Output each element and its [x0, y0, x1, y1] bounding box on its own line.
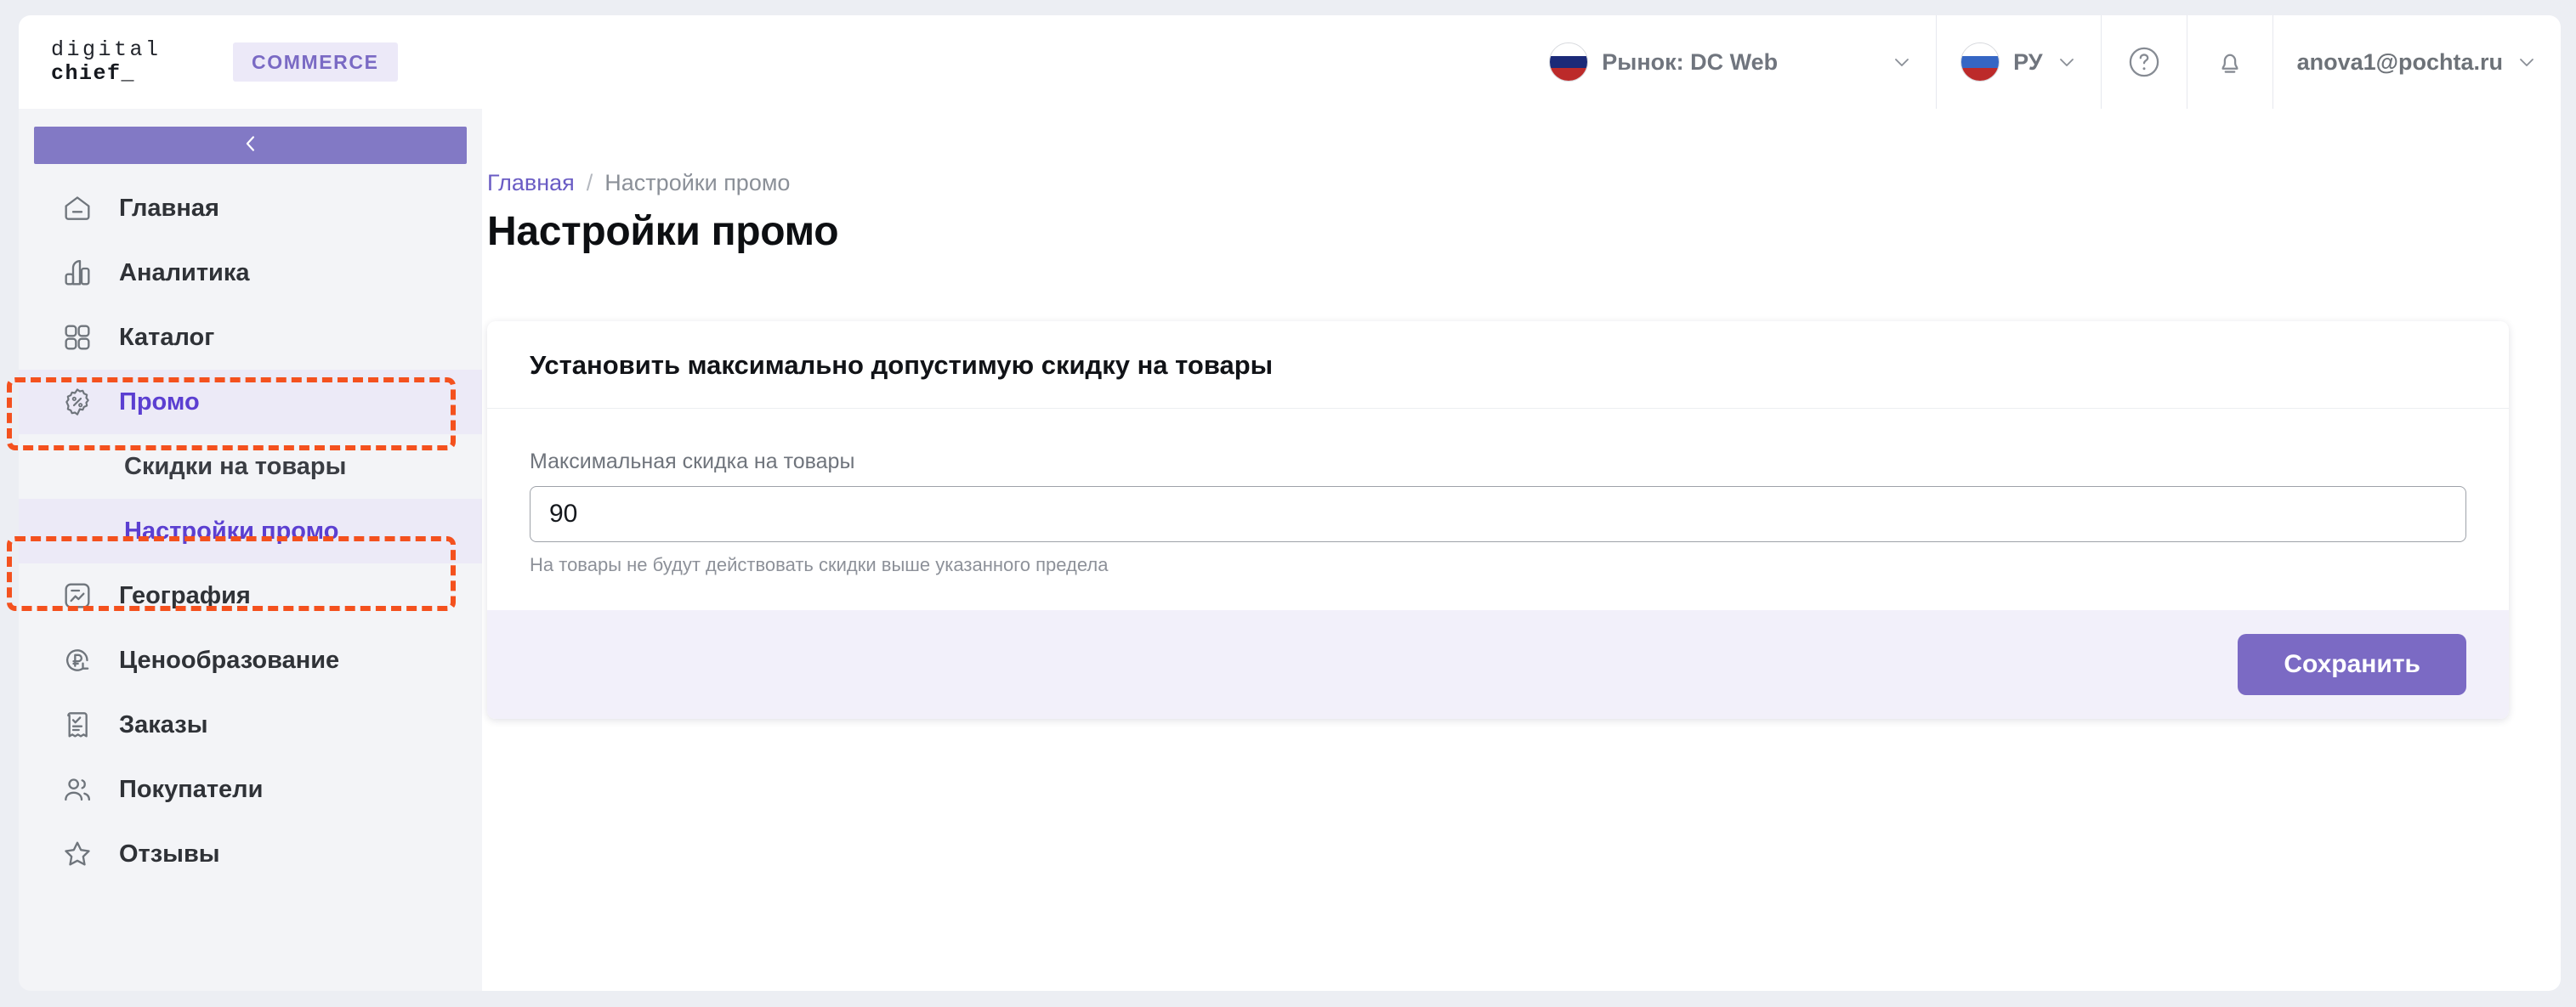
page-title: Настройки промо: [487, 209, 839, 254]
map-trend-icon: [60, 578, 95, 614]
russia-flag-icon: [1960, 42, 2000, 82]
russia-flag-icon: [1549, 42, 1589, 82]
card-footer: Сохранить: [487, 610, 2509, 719]
percent-badge-icon: [60, 384, 95, 420]
header-right-group: Рынок: DC Web РУ anova1@pochta.ru: [1525, 15, 2561, 109]
help-button[interactable]: [2100, 15, 2187, 109]
language-label: РУ: [2013, 48, 2043, 75]
commerce-badge: COMMERCE: [233, 42, 398, 82]
receipt-check-icon: [60, 707, 95, 743]
sidebar-item-label: Каталог: [119, 323, 215, 351]
promo-settings-card: Установить максимально допустимую скидку…: [487, 321, 2509, 719]
max-discount-input[interactable]: [530, 486, 2466, 542]
sidebar-item-label: Главная: [119, 194, 219, 222]
market-label: Рынок: DC Web: [1602, 48, 1779, 75]
app-root: digital chief_ COMMERCE Рынок: DC Web РУ: [0, 0, 2576, 1007]
sidebar-item-catalog[interactable]: Каталог: [19, 305, 482, 370]
sidebar-item-customers[interactable]: Покупатели: [19, 757, 482, 822]
ruble-refresh-icon: [60, 642, 95, 678]
sidebar-item-label: Скидки на товары: [124, 452, 347, 480]
sidebar: Главная Аналитика Каталог Промо Скидки н…: [19, 109, 482, 991]
sidebar-item-label: Заказы: [119, 710, 208, 738]
max-discount-help-text: На товары не будут действовать скидки вы…: [530, 554, 1109, 575]
main-content: Главная / Настройки промо Настройки пром…: [482, 109, 2561, 991]
logo-line-1: digital: [51, 37, 162, 62]
sidebar-item-label: Ценообразование: [119, 646, 340, 674]
top-header: digital chief_ COMMERCE Рынок: DC Web РУ: [19, 15, 2561, 109]
sidebar-item-product-discounts[interactable]: Скидки на товары: [19, 434, 482, 499]
breadcrumb-current: Настройки промо: [604, 170, 791, 195]
question-circle-icon: [2125, 43, 2163, 81]
user-menu[interactable]: anova1@pochta.ru: [2272, 15, 2561, 109]
save-button[interactable]: Сохранить: [2238, 634, 2466, 695]
star-icon: [60, 836, 95, 872]
max-discount-label: Максимальная скидка на товары: [530, 450, 855, 473]
sidebar-item-home[interactable]: Главная: [19, 176, 482, 240]
bell-icon: [2211, 43, 2249, 81]
sidebar-item-analytics[interactable]: Аналитика: [19, 240, 482, 305]
bar-chart-icon: [60, 255, 95, 291]
sidebar-item-label: Аналитика: [119, 258, 250, 286]
language-selector[interactable]: РУ: [1936, 15, 2100, 109]
users-icon: [60, 772, 95, 807]
grid-icon: [60, 320, 95, 355]
breadcrumb: Главная / Настройки промо: [487, 170, 790, 196]
sidebar-item-orders[interactable]: Заказы: [19, 693, 482, 757]
user-email: anova1@pochta.ru: [2296, 48, 2503, 75]
sidebar-item-label: Промо: [119, 388, 200, 416]
card-heading: Установить максимально допустимую скидку…: [530, 350, 1274, 380]
sidebar-item-geography[interactable]: География: [19, 563, 482, 628]
sidebar-item-reviews[interactable]: Отзывы: [19, 822, 482, 886]
sidebar-item-pricing[interactable]: Ценообразование: [19, 628, 482, 693]
sidebar-collapse-button[interactable]: [34, 127, 467, 164]
chevron-down-icon: [2516, 52, 2537, 72]
brand-logo[interactable]: digital chief_: [19, 38, 214, 86]
home-icon: [60, 190, 95, 226]
card-header: Установить максимально допустимую скидку…: [487, 321, 2509, 409]
sidebar-item-promo[interactable]: Промо: [19, 370, 482, 434]
card-body: Максимальная скидка на товары На товары …: [487, 409, 2509, 610]
chevron-down-icon: [1892, 52, 1912, 72]
sidebar-item-promo-settings[interactable]: Настройки промо: [19, 499, 482, 563]
breadcrumb-home-link[interactable]: Главная: [487, 170, 575, 196]
notifications-button[interactable]: [2186, 15, 2272, 109]
sidebar-nav: Главная Аналитика Каталог Промо Скидки н…: [19, 176, 482, 886]
sidebar-item-label: Настройки промо: [124, 517, 339, 545]
chevron-left-icon: [239, 132, 263, 160]
chevron-down-icon: [2057, 52, 2077, 72]
breadcrumb-separator: /: [586, 170, 593, 195]
sidebar-item-label: Покупатели: [119, 775, 264, 803]
sidebar-item-label: Отзывы: [119, 840, 220, 868]
logo-line-2: chief_: [51, 61, 136, 86]
market-selector[interactable]: Рынок: DC Web: [1525, 15, 1936, 109]
sidebar-item-label: География: [119, 581, 251, 609]
